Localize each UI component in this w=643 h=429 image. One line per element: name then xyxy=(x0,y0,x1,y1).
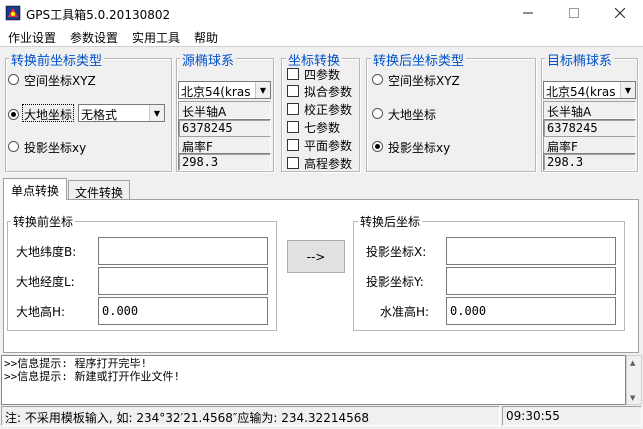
scroll-down-icon: ▼ xyxy=(630,394,636,402)
src-radio-projected[interactable] xyxy=(8,141,19,152)
check-seven-param-label: 七参数 xyxy=(304,121,341,135)
log-scrollbar[interactable]: ▲ ▼ xyxy=(626,355,642,405)
target-ellipsoid-value: 北京54(kras xyxy=(546,85,616,99)
tab-single-point[interactable]: 单点转换 xyxy=(3,178,67,200)
source-semi-major-field[interactable]: 6378245 xyxy=(178,119,271,137)
src-radio-geodetic[interactable] xyxy=(8,109,19,120)
check-plane-param-label: 平面参数 xyxy=(304,139,353,153)
scroll-up-icon: ▲ xyxy=(630,359,636,367)
target-semi-major-label: 长半轴A xyxy=(543,101,636,119)
tgt-radio-geodetic[interactable] xyxy=(372,108,383,119)
check-four-param[interactable] xyxy=(287,68,299,80)
maximize-icon xyxy=(569,8,579,18)
tgt-radio-projected[interactable] xyxy=(372,141,383,152)
check-height-param[interactable] xyxy=(287,157,299,169)
log-line: >>信息提示: 程序打开完毕! xyxy=(4,357,148,370)
src-radio-xyz[interactable] xyxy=(8,74,19,85)
after-x-label: 投影坐标X: xyxy=(366,245,427,259)
check-height-param-label: 高程参数 xyxy=(304,157,353,171)
source-ellipsoid-value: 北京54(kras xyxy=(181,85,251,99)
tab-file-conversion[interactable]: 文件转换 xyxy=(68,180,130,200)
src-radio-geodetic-label: 大地坐标 xyxy=(22,104,75,122)
source-flattening-field[interactable]: 298.3 xyxy=(178,153,271,171)
source-ellipsoid-title: 源椭球系 xyxy=(180,50,237,69)
after-y-label: 投影坐标Y: xyxy=(366,275,424,289)
tgt-radio-xyz-label: 空间坐标XYZ xyxy=(388,74,460,88)
src-radio-projected-label: 投影坐标xy xyxy=(24,141,87,155)
after-coords-title: 转换后坐标 xyxy=(358,213,423,230)
window-title: GPS工具箱5.0.20130802 xyxy=(26,8,171,22)
before-height-label: 大地高H: xyxy=(16,305,66,319)
menu-utilities[interactable]: 实用工具 xyxy=(132,29,180,46)
menu-job-settings[interactable]: 作业设置 xyxy=(8,29,56,46)
message-log[interactable]: >>信息提示: 程序打开完毕! >>信息提示: 新建或打开作业文件! xyxy=(1,355,626,405)
format-combo[interactable]: 无格式 ▼ xyxy=(78,104,165,122)
minimize-button[interactable] xyxy=(505,0,551,26)
check-plane-param[interactable] xyxy=(287,139,299,151)
chevron-down-icon: ▼ xyxy=(620,82,635,98)
before-coords-title: 转换前坐标 xyxy=(11,213,76,230)
minimize-icon xyxy=(523,12,533,14)
close-button[interactable] xyxy=(597,0,643,26)
check-correction-param[interactable] xyxy=(287,103,299,115)
menu-parameter-settings[interactable]: 参数设置 xyxy=(70,29,118,46)
check-fit-param-label: 拟合参数 xyxy=(304,85,353,99)
source-semi-major-label: 长半轴A xyxy=(178,101,271,119)
before-lat-input[interactable] xyxy=(98,237,268,265)
tgt-radio-geodetic-label: 大地坐标 xyxy=(388,108,437,122)
target-semi-major-field[interactable]: 6378245 xyxy=(543,119,636,137)
before-lon-input[interactable] xyxy=(98,267,268,295)
convert-button[interactable]: --> xyxy=(287,240,345,273)
source-coord-type-title: 转换前坐标类型 xyxy=(9,50,105,69)
tgt-radio-projected-label: 投影坐标xy xyxy=(388,141,451,155)
source-ellipsoid-combo[interactable]: 北京54(kras ▼ xyxy=(178,81,271,99)
src-radio-xyz-label: 空间坐标XYZ xyxy=(24,74,96,88)
source-flattening-label: 扁率F xyxy=(178,136,271,154)
status-hint: 注: 不采用模板输入, 如: 234°32′21.4568″应输为: 234.3… xyxy=(1,406,500,426)
chevron-down-icon: ▼ xyxy=(149,105,164,121)
log-line: >>信息提示: 新建或打开作业文件! xyxy=(4,370,181,383)
before-lat-label: 大地纬度B: xyxy=(16,245,77,259)
app-icon xyxy=(5,5,21,21)
maximize-button[interactable] xyxy=(551,0,597,26)
check-four-param-label: 四参数 xyxy=(304,68,341,82)
tgt-radio-xyz[interactable] xyxy=(372,74,383,85)
close-icon xyxy=(615,8,625,18)
check-fit-param[interactable] xyxy=(287,85,299,97)
after-leveling-height-label: 水准高H: xyxy=(380,305,430,319)
after-x-input[interactable] xyxy=(446,237,616,265)
before-height-input[interactable] xyxy=(98,297,268,325)
target-ellipsoid-title: 目标椭球系 xyxy=(545,50,615,69)
chevron-down-icon: ▼ xyxy=(255,82,270,98)
target-flattening-label: 扁率F xyxy=(543,136,636,154)
target-ellipsoid-combo[interactable]: 北京54(kras ▼ xyxy=(543,81,636,99)
tab-join xyxy=(4,199,66,201)
format-combo-value: 无格式 xyxy=(81,108,118,122)
after-y-input[interactable] xyxy=(446,267,616,295)
status-time: 09:30:55 xyxy=(502,406,642,426)
check-seven-param[interactable] xyxy=(287,121,299,133)
target-flattening-field[interactable]: 298.3 xyxy=(543,153,636,171)
target-coord-type-title: 转换后坐标类型 xyxy=(371,50,467,69)
before-lon-label: 大地经度L: xyxy=(16,275,75,289)
after-leveling-height-input[interactable] xyxy=(446,297,616,325)
menu-help[interactable]: 帮助 xyxy=(194,29,218,46)
check-correction-param-label: 校正参数 xyxy=(304,103,353,117)
